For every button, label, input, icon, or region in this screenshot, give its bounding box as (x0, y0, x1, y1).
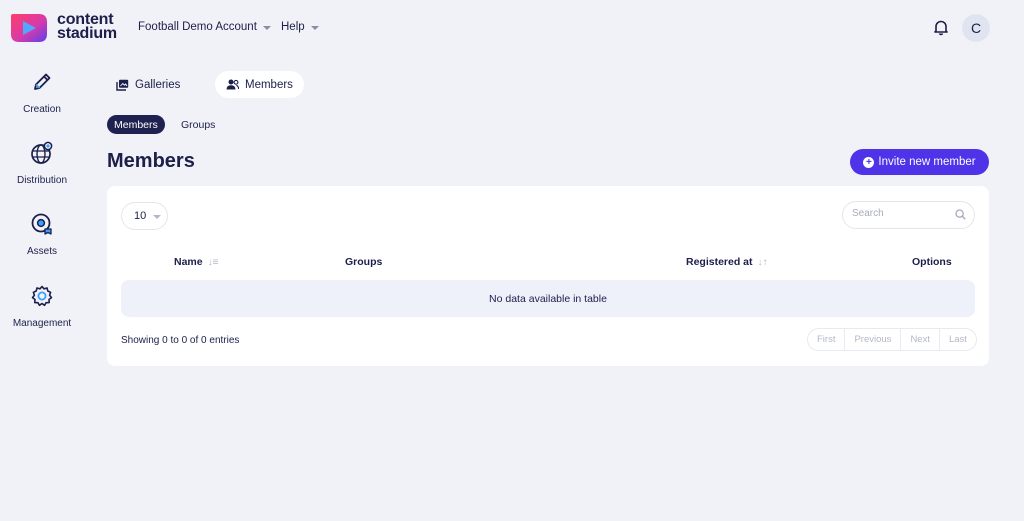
chevron-down-icon (262, 26, 271, 30)
search-icon (955, 209, 966, 220)
pager-next-button[interactable]: Next (901, 329, 940, 350)
sidebar-item-distribution[interactable]: Distribution (0, 141, 84, 186)
pager-last-button[interactable]: Last (940, 329, 976, 350)
bell-icon[interactable] (932, 18, 950, 36)
page-length-select[interactable]: 10 (121, 202, 168, 230)
top-bar: content stadium Football Demo Account He… (0, 0, 1024, 56)
subtab-members[interactable]: Members (107, 115, 165, 134)
search-input[interactable] (852, 208, 952, 219)
sort-icon: ↓↑ (757, 256, 768, 268)
subtab-groups[interactable]: Groups (174, 115, 222, 134)
content-stadium-logo[interactable] (9, 12, 49, 44)
empty-table-row: No data available in table (121, 280, 975, 317)
chevron-down-icon (153, 215, 162, 219)
chevron-down-icon (310, 26, 319, 30)
table-info: Showing 0 to 0 of 0 entries (121, 335, 240, 346)
sidebar-item-assets[interactable]: Assets (0, 212, 84, 257)
pencil-icon (34, 73, 51, 90)
sort-icon: ↓≡ (207, 256, 219, 268)
members-table-card: 10 Name ↓≡ Groups Registered at ↓↑ Optio… (107, 186, 989, 366)
page-title: Members (107, 150, 195, 172)
assets-icon (31, 213, 52, 235)
brand-name: content stadium (57, 11, 117, 42)
plus-icon: + (863, 156, 875, 168)
tab-members[interactable]: Members (215, 71, 304, 98)
gallery-icon (116, 79, 129, 91)
sidebar-item-creation[interactable]: Creation (0, 70, 84, 115)
help-menu[interactable]: Help (281, 21, 319, 33)
search-box[interactable] (842, 201, 975, 229)
invite-member-button[interactable]: + Invite new member (850, 149, 989, 175)
users-icon (226, 79, 239, 90)
sidebar-item-management[interactable]: Management (0, 284, 84, 329)
pager-previous-button[interactable]: Previous (845, 329, 902, 350)
column-header-options: Options (912, 256, 952, 268)
account-menu[interactable]: Football Demo Account (138, 21, 271, 33)
globe-icon (31, 141, 53, 164)
column-header-registered-at[interactable]: Registered at ↓↑ (686, 256, 768, 268)
column-header-groups: Groups (345, 256, 383, 268)
pagination: First Previous Next Last (807, 328, 977, 351)
tab-galleries[interactable]: Galleries (105, 71, 191, 98)
avatar[interactable]: C (962, 14, 990, 42)
pager-first-button[interactable]: First (808, 329, 846, 350)
gear-icon (31, 285, 53, 307)
column-header-name[interactable]: Name ↓≡ (174, 256, 218, 268)
